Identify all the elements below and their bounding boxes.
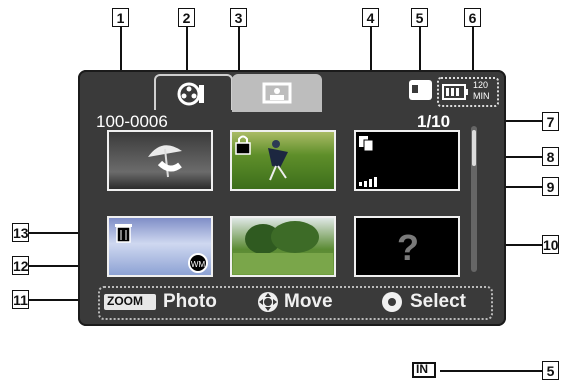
battery-icon xyxy=(442,84,468,100)
thumbnail-4[interactable]: WM xyxy=(107,216,213,277)
tab-photo[interactable] xyxy=(232,74,322,112)
callout-12: 12 xyxy=(12,256,29,275)
select-label: Select xyxy=(410,291,466,312)
callout-9: 9 xyxy=(542,177,559,196)
zoom-label: ZOOM xyxy=(107,294,143,308)
in-label: IN xyxy=(416,362,428,376)
thumbnail-3[interactable] xyxy=(354,130,460,191)
internal-memory-icon: IN xyxy=(412,362,436,378)
player-icon xyxy=(268,140,288,181)
svg-text:?: ? xyxy=(397,228,419,268)
callout-6: 6 xyxy=(464,8,481,27)
folder-number: 100-0006 xyxy=(96,112,168,131)
select-button-icon xyxy=(382,292,402,312)
thumbnail-2[interactable] xyxy=(230,130,336,191)
tab-movie[interactable] xyxy=(154,74,233,110)
callout-5: 5 xyxy=(411,8,428,27)
trees-icon xyxy=(233,221,333,274)
move-label: Move xyxy=(284,291,333,312)
callout-3: 3 xyxy=(230,8,247,27)
battery-minutes: 120 xyxy=(473,80,489,90)
watermark-icon: WM xyxy=(188,253,208,273)
leader-5-bottom xyxy=(440,370,542,372)
umbrella-dancer-icon xyxy=(148,145,182,178)
photo-label: Photo xyxy=(163,291,217,312)
lock-icon xyxy=(235,135,251,155)
thumbnail-6[interactable]: ? xyxy=(354,216,460,277)
callout-5-bottom: 5 xyxy=(542,361,559,380)
movie-film-icon xyxy=(177,82,204,106)
thumbnail-1[interactable] xyxy=(107,130,213,191)
callout-4: 4 xyxy=(362,8,379,27)
callout-13: 13 xyxy=(12,223,29,242)
page-indicator: 1/10 xyxy=(417,112,451,131)
callout-8: 8 xyxy=(542,147,559,166)
svg-text:WM: WM xyxy=(191,260,206,269)
trash-icon xyxy=(115,224,132,243)
question-icon: ? xyxy=(397,228,419,268)
battery-indicator: 120 MIN xyxy=(437,77,499,107)
callout-7: 7 xyxy=(542,112,559,131)
zoom-badge: ZOOM xyxy=(104,294,156,310)
thumbnail-5[interactable] xyxy=(230,216,336,277)
battery-level-icon xyxy=(359,177,377,187)
scrollbar-thumb[interactable] xyxy=(472,130,476,166)
callout-10: 10 xyxy=(542,235,559,254)
move-dpad-icon xyxy=(258,292,278,312)
callout-11: 11 xyxy=(12,290,29,309)
copy-icon xyxy=(359,136,374,152)
callout-2: 2 xyxy=(178,8,195,27)
callout-1: 1 xyxy=(112,8,129,27)
battery-unit: MIN xyxy=(473,91,490,101)
photo-icon xyxy=(262,82,292,104)
memory-card-indicator xyxy=(409,80,432,100)
